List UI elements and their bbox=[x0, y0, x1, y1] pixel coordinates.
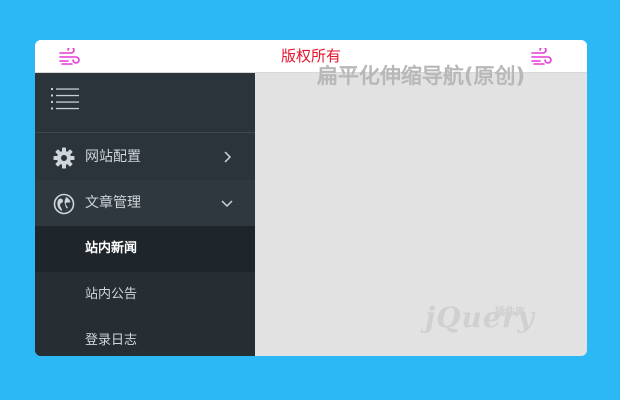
sidebar-item-site-config[interactable]: 网站配置 bbox=[35, 134, 255, 180]
page-headline: 扁平化伸缩导航(原创) bbox=[316, 64, 526, 88]
sidebar-divider bbox=[35, 132, 255, 133]
globe-icon bbox=[53, 193, 75, 215]
submenu-item-label: 登录日志 bbox=[85, 333, 138, 348]
submenu-item-label: 站内公告 bbox=[85, 287, 138, 302]
submenu-item-site-news[interactable]: 站内新闻 bbox=[35, 226, 255, 272]
sidebar-item-label: 网站配置 bbox=[85, 149, 141, 165]
watermark-logo-cn: 插件库 bbox=[495, 307, 525, 318]
sidebar: 网站配置 文章管理 站内新闻 站内公告 登录日志 bbox=[35, 73, 255, 356]
submenu-item-label: 站内新闻 bbox=[85, 241, 138, 256]
submenu-item-site-announcements[interactable]: 站内公告 bbox=[35, 272, 255, 318]
chevron-down-icon bbox=[221, 200, 233, 208]
main-content: 扁平化伸缩导航(原创) bbox=[255, 64, 587, 356]
submenu-item-login-log[interactable]: 登录日志 bbox=[35, 318, 255, 356]
sidebar-item-article-management[interactable]: 文章管理 bbox=[35, 180, 255, 226]
gear-icon bbox=[53, 147, 75, 169]
menu-toggle-icon[interactable] bbox=[50, 85, 80, 113]
chevron-right-icon bbox=[224, 151, 232, 163]
sidebar-item-label: 文章管理 bbox=[85, 195, 141, 211]
